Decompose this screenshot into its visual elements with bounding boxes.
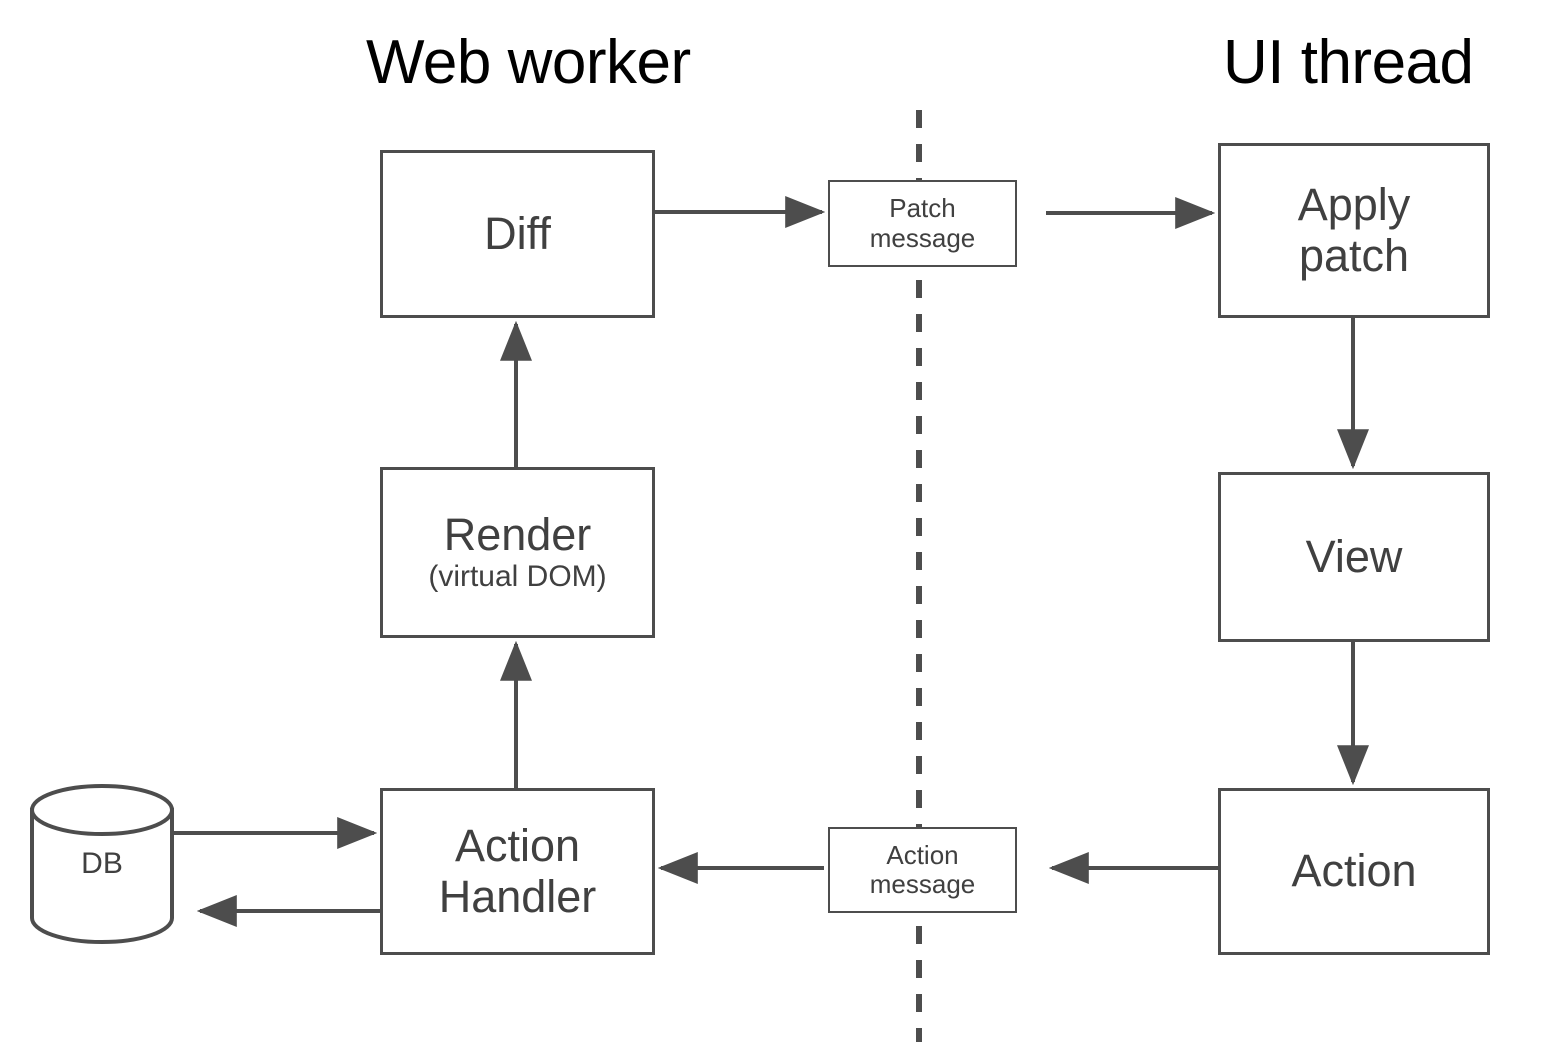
node-patch-message[interactable]: Patch message — [828, 180, 1017, 267]
node-action-handler-line1: Action — [454, 820, 581, 872]
node-apply-patch[interactable]: Apply patch — [1218, 143, 1490, 318]
node-diff-label: Diff — [484, 207, 551, 259]
diagram-canvas: Web worker UI thread Diff Render (virtua… — [0, 0, 1544, 1055]
node-action[interactable]: Action — [1218, 788, 1490, 955]
node-action-label: Action — [1291, 845, 1417, 897]
node-view-label: View — [1305, 530, 1403, 582]
node-action-message-line2: message — [869, 869, 976, 899]
node-patch-message-line2: message — [869, 222, 976, 253]
node-render[interactable]: Render (virtual DOM) — [380, 467, 655, 638]
node-db[interactable]: DB — [32, 786, 172, 942]
node-action-handler[interactable]: Action Handler — [380, 788, 655, 955]
node-view[interactable]: View — [1218, 472, 1490, 642]
node-render-label: Render — [443, 509, 592, 561]
node-db-label: DB — [81, 847, 123, 880]
node-action-message-line1: Action — [886, 839, 959, 870]
node-diff[interactable]: Diff — [380, 150, 655, 318]
node-apply-patch-line2: patch — [1298, 229, 1410, 281]
node-render-sublabel: (virtual DOM) — [428, 560, 607, 594]
node-patch-message-line1: Patch — [889, 193, 956, 224]
node-apply-patch-line1: Apply — [1297, 179, 1411, 231]
section-title-ui-thread: UI thread — [1223, 28, 1474, 97]
node-action-handler-line2: Handler — [438, 870, 597, 922]
node-action-message[interactable]: Action message — [828, 827, 1017, 913]
section-title-web-worker: Web worker — [366, 28, 691, 97]
